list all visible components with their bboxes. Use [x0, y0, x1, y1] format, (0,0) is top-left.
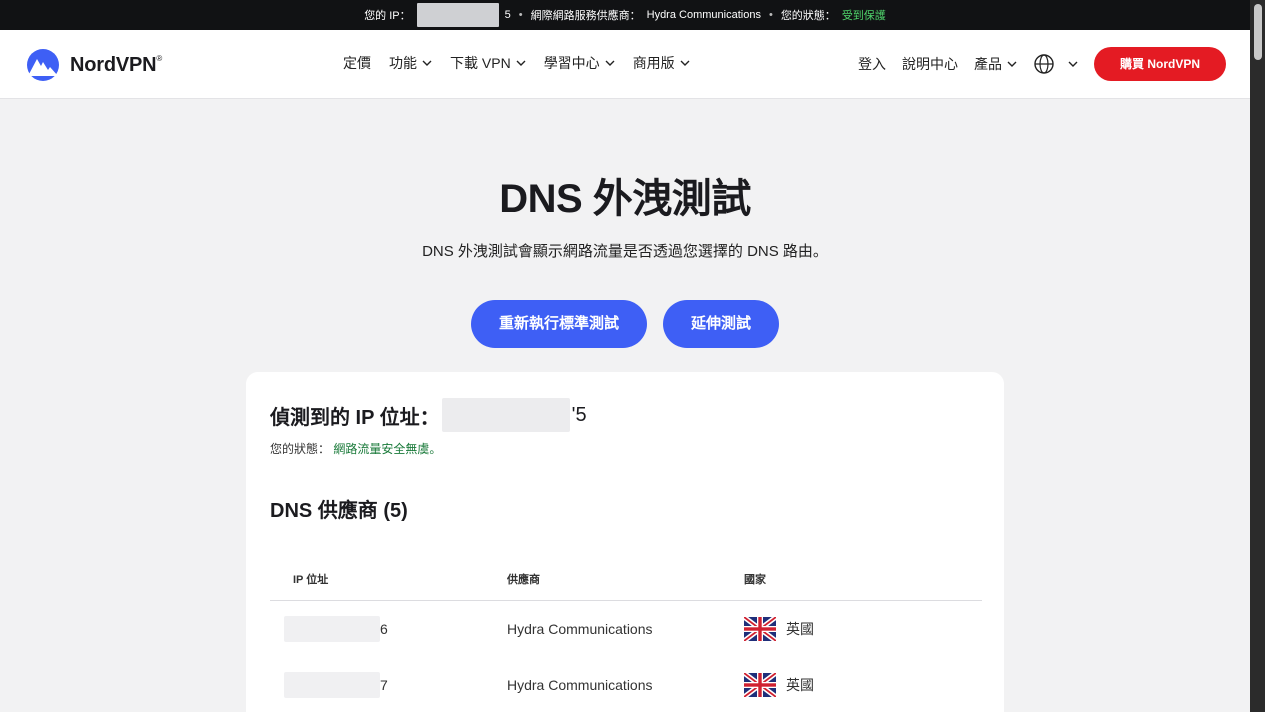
ip-label: 您的 IP： [364, 10, 411, 22]
nav-business[interactable]: 商用版 [633, 53, 690, 73]
column-ip: IP 位址 [293, 574, 329, 586]
nav-learn[interactable]: 學習中心 [544, 53, 615, 73]
chevron-down-icon [516, 60, 526, 66]
nordvpn-logo[interactable]: NordVPN® [24, 49, 162, 81]
column-country: 國家 [744, 574, 766, 586]
page-subtitle: DNS 外洩測試會顯示網路流量是否透過您選擇的 DNS 路由。 [422, 243, 828, 260]
isp-value: Hydra Communications [646, 9, 761, 21]
extended-test-button[interactable]: 延伸測試 [663, 300, 780, 348]
login-link[interactable]: 登入 [858, 54, 886, 74]
traffic-status-label: 您的狀態： [270, 442, 331, 456]
brand-name: NordVPN [70, 53, 157, 76]
table-row: 7 Hydra Communications 英國 [270, 657, 982, 712]
ip-redaction [441, 398, 570, 432]
column-provider: 供應商 [507, 574, 540, 586]
separator: • [518, 9, 523, 21]
secondary-menu: 登入 說明中心 產品 購買 NordVPN [858, 47, 1226, 81]
dns-providers-title: DNS 供應商 (5) [270, 500, 408, 522]
row-provider: Hydra Communications [507, 677, 653, 693]
row-country: 英國 [786, 621, 814, 637]
chevron-down-icon [1068, 61, 1078, 67]
ip-redaction [284, 616, 380, 642]
results-card: 偵測到的 IP 位址： '5 您的狀態： 網路流量安全無虞。 DNS 供應商 (… [246, 372, 1004, 712]
primary-menu: 定價 功能 下載 VPN 學習中心 商用版 [343, 53, 690, 73]
nordvpn-mountain-icon [27, 49, 59, 81]
row-ip-suffix: 7 [380, 677, 388, 693]
globe-icon [1034, 54, 1054, 74]
uk-flag-icon [744, 617, 776, 641]
traffic-status-value: 網路流量安全無虞。 [333, 442, 442, 456]
detected-ip: 偵測到的 IP 位址： '5 [270, 398, 587, 432]
ip-redaction [416, 3, 499, 27]
detected-ip-label: 偵測到的 IP 位址： [270, 406, 440, 429]
rerun-standard-test-button[interactable]: 重新執行標準測試 [470, 300, 647, 348]
detected-ip-suffix: '5 [571, 403, 587, 426]
status-value: 受到保護 [841, 10, 886, 22]
test-actions: 重新執行標準測試 延伸測試 [0, 300, 1250, 348]
dns-providers-table: IP 位址 供應商 國家 6 Hydra Communications 英國 7… [270, 558, 982, 712]
nav-products[interactable]: 產品 [974, 54, 1017, 74]
scrollbar[interactable] [1250, 0, 1265, 712]
chevron-down-icon [1007, 61, 1017, 67]
traffic-status: 您的狀態： 網路流量安全無虞。 [270, 440, 441, 457]
table-row: 6 Hydra Communications 英國 [270, 601, 982, 657]
buy-nordvpn-button[interactable]: 購買 NordVPN [1093, 47, 1226, 81]
status-label: 您的狀態： [780, 10, 836, 22]
page-title: DNS 外洩測試 [499, 177, 751, 221]
uk-flag-icon [744, 673, 776, 697]
row-country: 英國 [786, 677, 814, 693]
row-provider: Hydra Communications [507, 621, 653, 637]
ip-suffix: 5 [504, 9, 511, 21]
nav-pricing[interactable]: 定價 [343, 53, 371, 73]
ip-status-bar: 您的 IP： 5 • 網際網路服務供應商： Hydra Communication… [0, 0, 1250, 30]
chevron-down-icon [605, 60, 615, 66]
nav-features[interactable]: 功能 [389, 53, 432, 73]
isp-label: 網際網路服務供應商： [530, 10, 641, 22]
chevron-down-icon [422, 60, 432, 66]
separator: • [768, 9, 773, 21]
chevron-down-icon [680, 60, 690, 66]
scrollbar-thumb[interactable] [1254, 4, 1262, 60]
nav-download[interactable]: 下載 VPN [450, 53, 526, 73]
ip-redaction [284, 672, 380, 698]
language-selector[interactable] [1033, 53, 1078, 75]
row-ip-suffix: 6 [380, 621, 388, 637]
main-nav: NordVPN® 定價 功能 下載 VPN 學習中心 商用版 登入 說明中心 產… [0, 30, 1250, 99]
table-header: IP 位址 供應商 國家 [270, 558, 982, 601]
trademark: ® [156, 53, 163, 63]
help-center-link[interactable]: 說明中心 [902, 54, 958, 74]
